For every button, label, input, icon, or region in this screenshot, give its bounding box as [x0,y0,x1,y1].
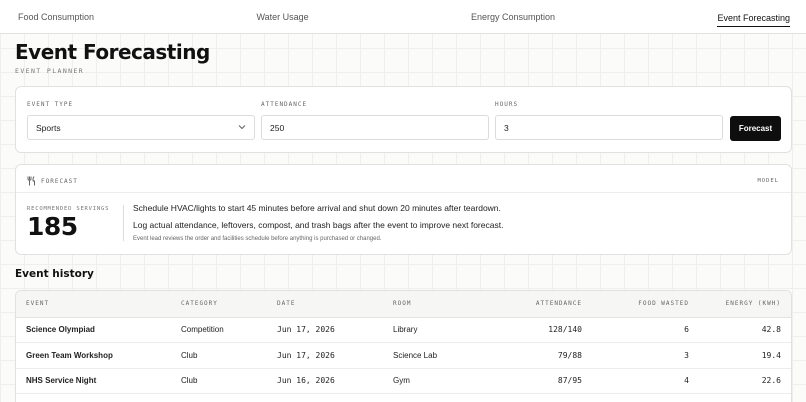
cell-food-wasted: 3 [592,342,699,369]
forecast-divider [16,192,791,193]
forecast-disclaimer: Event lead reviews the order and facilit… [133,236,382,242]
tab-food-consumption[interactable]: Food Consumption [18,6,94,28]
cell-energy: 22.6 [699,368,791,394]
page-title: Event Forecasting [15,40,210,64]
forecast-separator [123,205,124,241]
cell-attendance: 79/88 [483,342,592,369]
tab-event-forecasting[interactable]: Event Forecasting [717,7,790,27]
hours-input[interactable]: 3 [495,115,723,140]
event-type-select[interactable]: Sports [27,115,255,140]
cell-room: Gym [383,368,483,394]
cell-event: Green Team Workshop [16,342,171,369]
chevron-down-icon [238,123,246,132]
cell-date: Jun 16, 2026 [267,368,383,394]
hours-value: 3 [504,122,509,133]
cell-attendance: 87/95 [483,368,592,394]
forecast-note: Schedule HVAC/lights to start 45 minutes… [133,203,501,213]
cell-attendance: 128/140 [483,317,592,343]
tab-energy-consumption[interactable]: Energy Consumption [471,6,555,28]
cell-food-wasted: 6 [592,317,699,343]
table-row[interactable]: Science Olympiad Competition Jun 17, 202… [16,317,791,343]
column-header-room[interactable]: ROOM [383,291,483,318]
model-label: MODEL [757,178,779,184]
column-header-food-wasted[interactable]: FOOD WASTED [592,291,699,318]
cell-event: NHS Service Night [16,368,171,394]
tab-water-usage[interactable]: Water Usage [256,6,308,28]
column-header-category[interactable]: CATEGORY [171,291,267,318]
attendance-label: ATTENDANCE [261,101,308,108]
table-row[interactable]: NHS Service Night Club Jun 16, 2026 Gym … [16,368,791,394]
hours-field: HOURS 3 [495,101,723,140]
page-subtitle: EVENT PLANNER [15,67,85,75]
column-header-energy[interactable]: ENERGY (KWH) [699,291,791,318]
table-row[interactable]: Green Team Workshop Club Jun 17, 2026 Sc… [16,342,791,369]
cell-event: Science Olympiad [16,317,171,343]
column-header-date[interactable]: DATE [267,291,383,318]
table-header-row: EVENT CATEGORY DATE ROOM ATTENDANCE FOOD… [16,291,791,318]
cell-date: Jun 17, 2026 [267,342,383,369]
top-navigation: Food Consumption Water Usage Energy Cons… [0,0,806,34]
recommended-servings-value: 185 [27,212,78,241]
cell-room: Science Lab [383,342,483,369]
cell-food-wasted: 4 [592,368,699,394]
cell-date: Jun 17, 2026 [267,317,383,343]
forecast-form: EVENT TYPE Sports ATTENDANCE 250 HOURS 3… [15,86,792,153]
attendance-field: ATTENDANCE 250 [261,101,489,140]
attendance-input[interactable]: 250 [261,115,489,140]
cell-energy: 19.4 [699,342,791,369]
cell-category: Club [171,342,267,369]
utensils-icon [27,176,35,186]
cell-category: Competition [171,317,267,343]
cell-category: Club [171,368,267,394]
forecast-button[interactable]: Forecast [730,116,781,141]
column-header-attendance[interactable]: ATTENDANCE [483,291,592,318]
forecast-header: FORECAST [27,176,78,186]
event-type-field: EVENT TYPE Sports [27,101,255,140]
event-type-value: Sports [36,122,61,133]
forecast-panel: FORECAST MODEL RECOMMENDED SERVINGS 185 … [15,164,792,255]
hours-label: HOURS [495,101,519,108]
event-type-label: EVENT TYPE [27,101,74,108]
attendance-value: 250 [270,122,285,133]
forecast-note: Log actual attendance, leftovers, compos… [133,220,504,230]
event-history-title: Event history [15,268,94,280]
event-history-table: EVENT CATEGORY DATE ROOM ATTENDANCE FOOD… [15,290,792,402]
cell-energy: 42.8 [699,317,791,343]
column-header-event[interactable]: EVENT [16,291,171,318]
cell-room: Library [383,317,483,343]
forecast-heading: FORECAST [41,177,78,185]
